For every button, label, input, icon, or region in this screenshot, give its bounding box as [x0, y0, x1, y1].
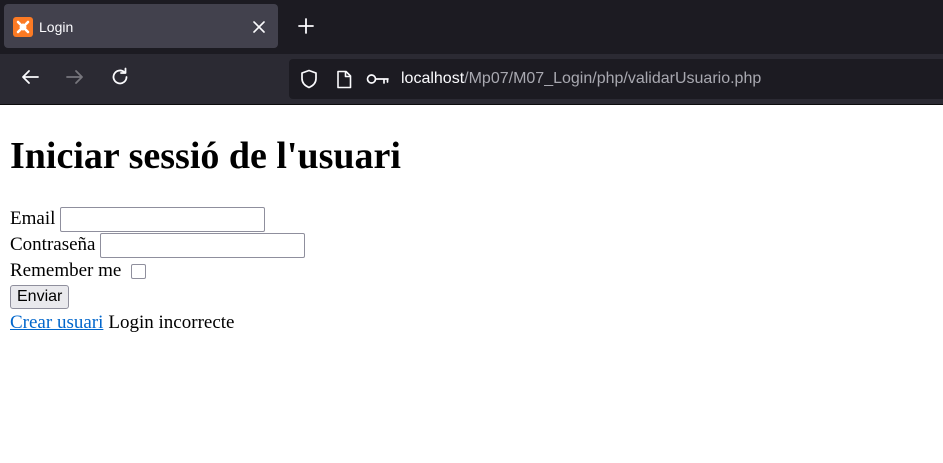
- plus-icon: [298, 17, 314, 39]
- url-host: localhost: [401, 70, 465, 87]
- tab-login[interactable]: Login: [4, 4, 278, 48]
- create-user-link[interactable]: Crear usuari: [10, 312, 103, 334]
- password-label: Contraseña: [10, 234, 96, 255]
- password-row: Contraseña: [10, 232, 306, 258]
- error-message: Login incorrecte: [108, 312, 235, 333]
- arrow-right-icon: [66, 69, 84, 90]
- footer-row: Crear usuari Login incorrecte: [10, 310, 234, 336]
- page-title: Iniciar sessió de l'usuari: [10, 135, 401, 177]
- page-content: Iniciar sessió de l'usuari Email Contras…: [0, 105, 943, 463]
- submit-button[interactable]: Enviar: [10, 285, 70, 309]
- url-path: /Mp07/M07_Login/php/validarUsuario.php: [464, 70, 762, 87]
- reload-button[interactable]: [107, 66, 133, 92]
- navigation-toolbar: localhost/Mp07/M07_Login/php/validarUsua…: [0, 54, 943, 104]
- email-field[interactable]: [60, 206, 266, 232]
- remember-row: Remember me: [10, 258, 147, 284]
- remember-checkbox[interactable]: [131, 263, 147, 279]
- email-row: Email: [10, 206, 266, 232]
- url-text[interactable]: localhost/Mp07/M07_Login/php/validarUsua…: [401, 69, 761, 89]
- submit-row: Enviar: [10, 284, 70, 310]
- new-tab-button[interactable]: [292, 14, 320, 42]
- page-icon[interactable]: [334, 69, 354, 89]
- arrow-left-icon: [21, 69, 39, 90]
- shield-icon[interactable]: [299, 69, 319, 89]
- key-icon[interactable]: [366, 69, 390, 89]
- password-field[interactable]: [100, 232, 306, 258]
- xampp-icon: [13, 17, 33, 37]
- forward-button[interactable]: [62, 66, 88, 92]
- tab-strip: Login: [0, 0, 943, 54]
- address-bar[interactable]: localhost/Mp07/M07_Login/php/validarUsua…: [289, 59, 943, 99]
- remember-label: Remember me: [10, 260, 122, 281]
- browser-window: Login localhost/Mp07/M07_Login/php/valid…: [0, 0, 943, 463]
- tab-title: Login: [39, 19, 74, 35]
- close-icon[interactable]: [248, 16, 270, 38]
- email-label: Email: [10, 208, 56, 229]
- reload-icon: [110, 67, 130, 92]
- back-button[interactable]: [17, 66, 43, 92]
